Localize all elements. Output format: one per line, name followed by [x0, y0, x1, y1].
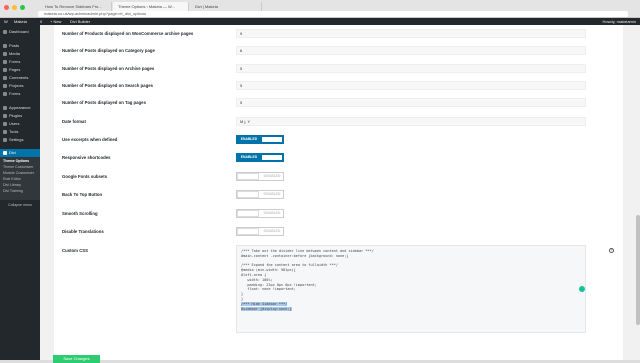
sidebar-item-settings[interactable]: Settings [0, 136, 40, 144]
window-controls [4, 5, 25, 10]
media-icon [3, 52, 7, 56]
sidebar-item-forms[interactable]: Forms [0, 58, 40, 66]
toggle-disabled-label: DISABLED [263, 229, 281, 233]
browser-chrome: How To Remove Sidebars Fro... Theme Opti… [0, 0, 640, 18]
css-text: /*** Take out the divider line between c… [241, 249, 374, 301]
option-input[interactable]: 6 [236, 46, 586, 55]
theme-options-panel: Number of Products displayed on WooComme… [54, 25, 623, 360]
option-label: Disable Translations [62, 229, 104, 234]
sidebar-item-plugins[interactable]: Plugins [0, 112, 40, 120]
toggle-knob [237, 191, 259, 198]
forms-icon [3, 60, 7, 64]
css-selected-text: /*** Hide Sidebar ***/ #sidebar {display… [241, 301, 292, 311]
toggle-knob [237, 210, 259, 217]
toggle-knob [261, 136, 283, 143]
option-label: Number of Posts displayed on Archive pag… [62, 66, 155, 71]
brush-icon [3, 106, 7, 110]
site-name-link[interactable]: Makeia [14, 18, 27, 25]
minimize-window-button[interactable] [12, 5, 17, 10]
sidebar-item-forms-2[interactable]: Forms [0, 90, 40, 98]
toggle-knob [237, 228, 259, 235]
wp-logo-icon[interactable]: W [4, 18, 8, 25]
option-label: Back To Top Button [62, 192, 103, 197]
users-icon [3, 122, 7, 126]
help-icon[interactable]: ? [609, 248, 614, 253]
plugin-icon [3, 114, 7, 118]
toggle-disabled-label: DISABLED [263, 192, 281, 196]
page-scrollbar[interactable] [636, 25, 640, 360]
settings-icon [3, 138, 7, 142]
comments-count[interactable]: 0 [40, 18, 42, 25]
browser-tab[interactable]: Divi | Makeia [190, 2, 262, 11]
toggle-enabled-label: ENABLED [237, 136, 261, 143]
sidebar-item-dashboard[interactable]: Dashboard [0, 28, 40, 36]
google-fonts-toggle[interactable]: DISABLED [236, 172, 284, 181]
option-label: Responsive shortcodes [62, 155, 111, 160]
option-input[interactable]: 9 [236, 29, 586, 38]
sidebar-item-divi[interactable]: Divi [0, 149, 40, 157]
divi-icon [3, 151, 7, 155]
browser-tab-active[interactable]: Theme Options ‹ Makeia — W... [113, 2, 189, 11]
divi-builder-link[interactable]: Divi Builder [70, 18, 90, 25]
option-label: Number of Products displayed on WooComme… [62, 31, 194, 36]
close-window-button[interactable] [4, 5, 9, 10]
option-label: Date format [62, 119, 86, 124]
disable-translations-toggle[interactable]: DISABLED [236, 227, 284, 236]
sidebar-item-projects[interactable]: Projects [0, 82, 40, 90]
custom-css-textarea[interactable]: /*** Take out the divider line between c… [236, 245, 586, 333]
browser-tab[interactable]: How To Remove Sidebars Fro... [40, 2, 112, 11]
sidebar-item-posts[interactable]: Posts [0, 42, 40, 50]
option-label: Number of Posts displayed on Search page… [62, 83, 153, 88]
collapse-menu-button[interactable]: Collapse menu [0, 202, 40, 208]
excerpts-toggle[interactable]: ENABLED [236, 135, 284, 144]
submenu-divi-training[interactable]: Divi Training [0, 188, 40, 194]
main-content: Number of Products displayed on WooComme… [40, 25, 640, 363]
dashboard-icon [3, 30, 7, 34]
wp-admin-bar: W Makeia 0 + New Divi Builder Howdy, mak… [0, 18, 640, 25]
sidebar-item-pages[interactable]: Pages [0, 66, 40, 74]
option-input[interactable]: 5 [236, 81, 586, 90]
back-to-top-toggle[interactable]: DISABLED [236, 190, 284, 199]
sidebar-item-media[interactable]: Media [0, 50, 40, 58]
sidebar-item-comments[interactable]: Comments [0, 74, 40, 82]
sidebar-item-appearance[interactable]: Appearance [0, 104, 40, 112]
toggle-knob [261, 154, 283, 161]
option-label: Number of Posts displayed on Category pa… [62, 48, 155, 53]
toggle-knob [237, 173, 259, 180]
date-format-input[interactable]: M j, Y [236, 117, 586, 126]
user-greeting[interactable]: Howdy, makeiamin [603, 18, 637, 25]
sidebar-item-tools[interactable]: Tools [0, 128, 40, 136]
option-label: Smooth Scrolling [62, 211, 98, 216]
projects-icon [3, 84, 7, 88]
forms-icon [3, 92, 7, 96]
option-input[interactable]: 5 [236, 98, 586, 107]
option-label: Number of Posts displayed on Tag pages [62, 100, 146, 105]
admin-sidebar: Dashboard Posts Media Forms Pages Commen… [0, 25, 40, 360]
pin-icon [3, 44, 7, 48]
option-label: Google Fonts subsets [62, 174, 108, 179]
smooth-scrolling-toggle[interactable]: DISABLED [236, 209, 284, 218]
address-bar[interactable]: makeia.co.uk/wp-admin/admin.php?page=et_… [38, 11, 628, 17]
option-label: Use excerpts when defined [62, 137, 118, 142]
comment-icon [3, 76, 7, 80]
custom-css-label: Custom CSS [62, 248, 89, 253]
tools-icon [3, 130, 7, 134]
sidebar-item-users[interactable]: Users [0, 120, 40, 128]
grammarly-icon[interactable] [579, 286, 585, 292]
scrollbar-thumb[interactable] [636, 215, 640, 325]
save-changes-button[interactable]: Save Changes [53, 355, 100, 363]
new-content-button[interactable]: + New [50, 18, 61, 25]
responsive-shortcodes-toggle[interactable]: ENABLED [236, 153, 284, 162]
toggle-disabled-label: DISABLED [263, 211, 281, 215]
pages-icon [3, 68, 7, 72]
option-input[interactable]: 5 [236, 64, 586, 73]
toggle-disabled-label: DISABLED [263, 174, 281, 178]
toggle-enabled-label: ENABLED [237, 154, 261, 161]
maximize-window-button[interactable] [20, 5, 25, 10]
